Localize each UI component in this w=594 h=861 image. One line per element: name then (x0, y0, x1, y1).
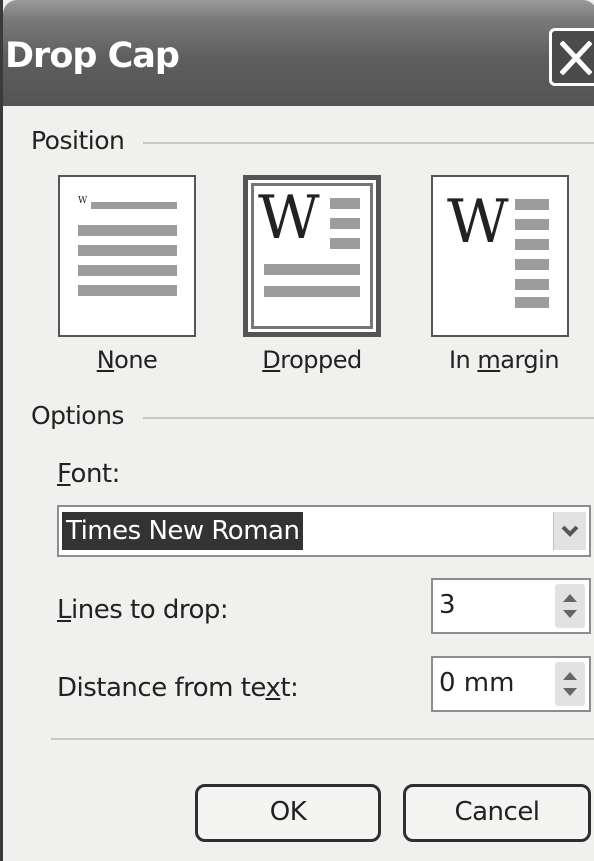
options-group-line (143, 417, 594, 419)
font-select-value: Times New Roman (62, 512, 304, 550)
preview-line (330, 198, 360, 209)
preview-line (515, 199, 549, 210)
preview-line (515, 219, 549, 230)
preview-line (264, 286, 360, 297)
distance-spin-buttons[interactable] (555, 662, 585, 706)
close-button[interactable] (549, 28, 594, 86)
preview-line (515, 239, 549, 250)
position-dropped-label: Dropped (262, 346, 362, 374)
spin-up-icon[interactable] (563, 594, 577, 602)
lines-to-drop-label: Lines to drop: (57, 595, 229, 625)
position-in-margin-option[interactable]: W (431, 175, 569, 337)
position-none-option[interactable]: W (58, 175, 196, 337)
preview-line (91, 202, 177, 209)
selection-frame: W (251, 183, 373, 329)
options-group-label: Options (31, 401, 130, 430)
title-bar[interactable]: Drop Cap (3, 0, 594, 106)
lines-to-drop-spinner[interactable]: 3 (431, 578, 591, 634)
preview-line (264, 264, 360, 275)
position-in-margin-label: In margin (448, 346, 560, 374)
drop-cap-letter: W (258, 183, 320, 253)
spin-up-icon[interactable] (563, 672, 577, 680)
font-label: Font: (57, 459, 120, 489)
cancel-button[interactable]: Cancel (403, 784, 591, 842)
dialog-title: Drop Cap (5, 36, 180, 76)
preview-line (330, 218, 360, 229)
button-separator (51, 738, 594, 740)
position-none-label: None (96, 346, 158, 374)
lines-spin-buttons[interactable] (555, 584, 585, 628)
position-dropped-option[interactable]: W (243, 175, 381, 337)
ok-button[interactable]: OK (195, 784, 381, 842)
preview-line (330, 238, 360, 249)
position-group-line (143, 142, 594, 144)
preview-line (515, 297, 549, 308)
font-dropdown-button[interactable] (553, 512, 586, 550)
spin-down-icon[interactable] (563, 610, 577, 618)
preview-line (78, 245, 177, 256)
spin-down-icon[interactable] (563, 688, 577, 696)
preview-line (515, 259, 549, 270)
drop-cap-dialog: Drop Cap Position W None W Dropped W In … (0, 0, 594, 861)
drop-cap-letter: W (447, 187, 509, 257)
close-icon (560, 41, 592, 75)
lines-to-drop-value: 3 (439, 590, 456, 620)
preview-line (78, 265, 177, 276)
preview-line (78, 285, 177, 296)
distance-from-text-spinner[interactable]: 0 mm (431, 656, 591, 712)
small-drop-letter: W (78, 196, 88, 206)
chevron-down-icon (561, 525, 579, 537)
distance-from-text-label: Distance from text: (57, 673, 299, 703)
position-group-label: Position (31, 126, 131, 155)
distance-from-text-value: 0 mm (439, 668, 515, 698)
preview-line (78, 225, 177, 236)
preview-line (515, 279, 549, 290)
font-select[interactable]: Times New Roman (57, 505, 591, 557)
